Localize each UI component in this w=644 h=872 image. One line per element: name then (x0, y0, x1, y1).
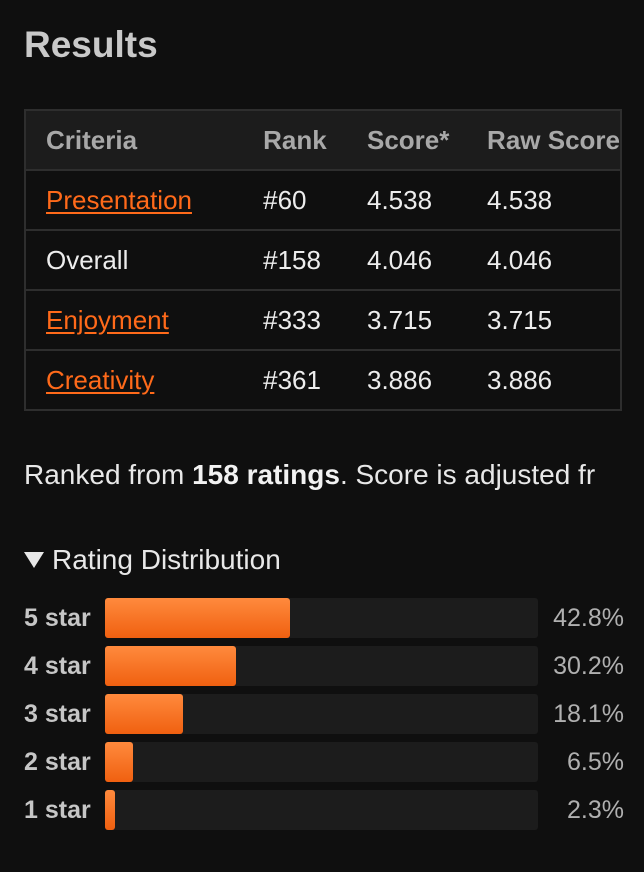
criteria-link-presentation[interactable]: Presentation (46, 185, 192, 215)
table-row: Creativity #361 3.886 3.886 (25, 349, 621, 410)
criteria-cell: Presentation (25, 169, 244, 230)
table-header-row: Criteria Rank Score* Raw Score (25, 110, 621, 170)
header-score: Score* (347, 110, 468, 170)
distribution-label: 4 star (24, 652, 91, 680)
distribution-bar (105, 646, 236, 686)
distribution-track (105, 694, 538, 734)
raw-score-cell: 3.715 (467, 289, 621, 350)
table-row: Overall #158 4.046 4.046 (25, 229, 621, 290)
distribution-label: 2 star (24, 748, 91, 776)
criteria-link-enjoyment[interactable]: Enjoyment (46, 305, 169, 335)
summary-suffix: . Score is adjusted fr (339, 459, 596, 490)
distribution-row-4-star: 4 star 30.2% (24, 646, 624, 686)
distribution-percent: 18.1% (553, 700, 624, 728)
criteria-cell: Enjoyment (25, 289, 244, 350)
header-rank: Rank (243, 110, 347, 170)
distribution-bar (105, 742, 133, 782)
triangle-down-icon (24, 551, 44, 568)
distribution-track (105, 646, 538, 686)
score-cell: 4.538 (347, 169, 468, 230)
criteria-cell: Overall (25, 229, 244, 290)
distribution-percent: 42.8% (553, 604, 624, 632)
distribution-row-1-star: 1 star 2.3% (24, 790, 624, 830)
criteria-cell: Creativity (25, 349, 244, 410)
rating-distribution-label: Rating Distribution (52, 544, 281, 575)
distribution-label: 5 star (24, 604, 91, 632)
page-title: Results (24, 24, 158, 65)
distribution-label: 3 star (24, 700, 91, 728)
distribution-label: 1 star (24, 796, 91, 824)
table-row: Presentation #60 4.538 4.538 (25, 169, 621, 230)
results-table: Criteria Rank Score* Raw Score Presentat… (24, 109, 622, 411)
ratings-summary: Ranked from 158 ratings. Score is adjust… (24, 452, 595, 498)
distribution-row-3-star: 3 star 18.1% (24, 694, 624, 734)
summary-prefix: Ranked from (24, 459, 193, 490)
rank-cell: #361 (243, 349, 347, 410)
score-cell: 3.886 (347, 349, 468, 410)
table-row: Enjoyment #333 3.715 3.715 (25, 289, 621, 350)
rank-cell: #333 (243, 289, 347, 350)
distribution-row-5-star: 5 star 42.8% (24, 598, 624, 638)
distribution-row-2-star: 2 star 6.5% (24, 742, 624, 782)
distribution-bar (105, 694, 183, 734)
distribution-percent: 6.5% (567, 748, 624, 776)
raw-score-cell: 4.046 (467, 229, 621, 290)
raw-score-cell: 4.538 (467, 169, 621, 230)
header-criteria: Criteria (25, 110, 244, 170)
distribution-percent: 30.2% (553, 652, 624, 680)
results-page: Results Criteria Rank Score* Raw Score P… (0, 0, 644, 872)
distribution-track (105, 790, 538, 830)
ratings-count: 158 ratings (192, 459, 340, 490)
score-cell: 4.046 (347, 229, 468, 290)
raw-score-cell: 3.886 (467, 349, 621, 410)
distribution-percent: 2.3% (567, 796, 624, 824)
distribution-track (105, 742, 538, 782)
score-cell: 3.715 (347, 289, 468, 350)
rank-cell: #60 (243, 169, 347, 230)
header-raw-score: Raw Score (467, 110, 621, 170)
criteria-link-creativity[interactable]: Creativity (46, 365, 154, 395)
distribution-bar (105, 598, 290, 638)
distribution-bar (105, 790, 115, 830)
distribution-track (105, 598, 538, 638)
rank-cell: #158 (243, 229, 347, 290)
rating-distribution-toggle[interactable]: Rating Distribution (24, 538, 281, 582)
